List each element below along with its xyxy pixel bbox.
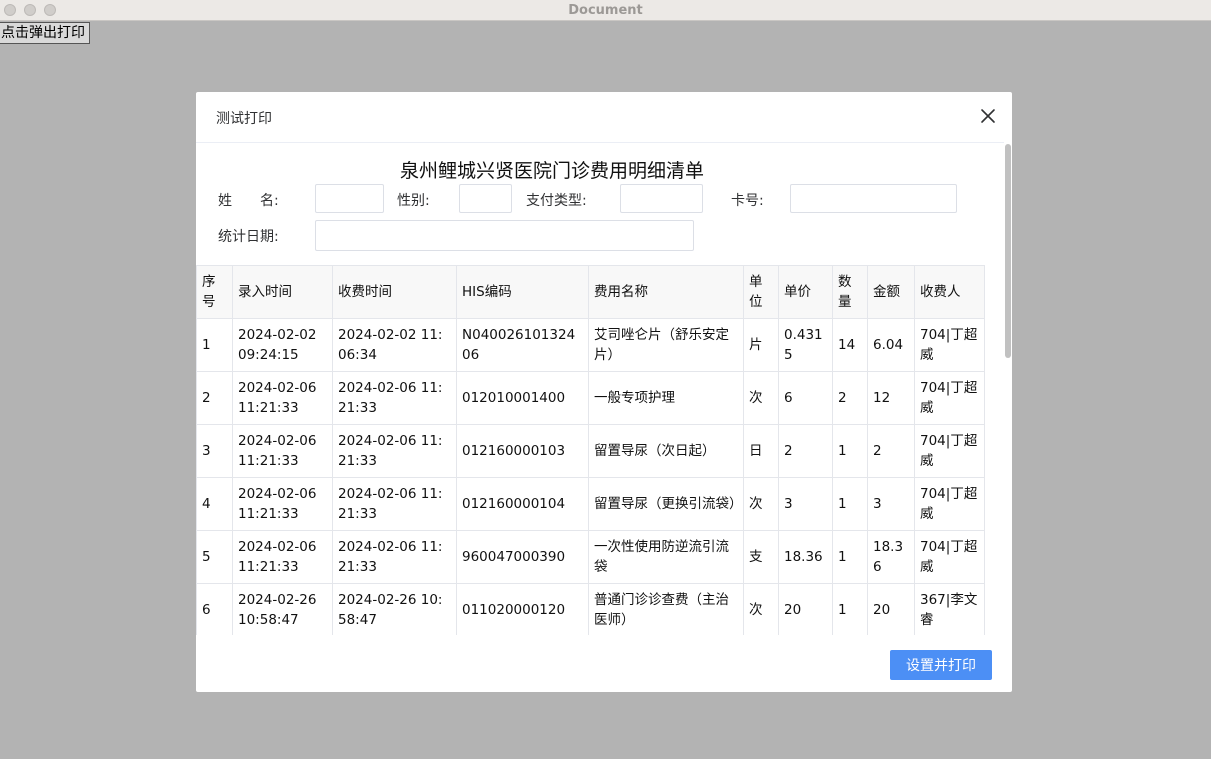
table-cell: 2024-02-06 11:21:33 [232, 371, 333, 425]
print-dialog: 测试打印 泉州鲤城兴贤医院门诊费用明细清单 姓 名: 性别: 支付类型: 卡号:… [196, 92, 1012, 692]
column-header: 金额 [867, 265, 915, 319]
card-no-field[interactable] [790, 184, 957, 213]
table-cell: 日 [743, 424, 779, 478]
table-cell: 14 [832, 318, 868, 372]
table-cell: N04002610132406 [456, 318, 589, 372]
column-header: HIS编码 [456, 265, 589, 319]
document-title: 泉州鲤城兴贤医院门诊费用明细清单 [399, 160, 704, 182]
table-cell: 704|丁超威 [914, 477, 985, 531]
table-cell: 1 [832, 477, 868, 531]
table-header-row: 序号 录入时间 收费时间 HIS编码 费用名称 单位 单价 数量 金额 收费人 [196, 265, 985, 319]
table-cell: 3 [778, 477, 833, 531]
scrollbar-thumb[interactable] [1005, 144, 1011, 358]
window-title: Document [568, 3, 643, 18]
table-cell: 2 [832, 371, 868, 425]
table-cell: 2 [196, 371, 233, 425]
table-row: 4 2024-02-06 11:21:33 2024-02-06 11:21:33 0… [196, 477, 985, 531]
dialog-body: 泉州鲤城兴贤医院门诊费用明细清单 姓 名: 性别: 支付类型: 卡号: 统计日期… [196, 142, 1012, 635]
table-cell: 普通门诊诊查费（主治医师） [588, 583, 744, 635]
table-cell: 012010001400 [456, 371, 589, 425]
table-cell: 2024-02-02 11:06:34 [332, 318, 457, 372]
table-cell: 3 [867, 477, 915, 531]
table-cell: 2024-02-06 11:21:33 [332, 371, 457, 425]
table-cell: 012160000103 [456, 424, 589, 478]
stat-date-field[interactable] [315, 220, 694, 251]
table-cell: 一次性使用防逆流引流袋 [588, 530, 744, 584]
table-cell: 6.04 [867, 318, 915, 372]
column-header: 序号 [196, 265, 233, 319]
fee-detail-table: 序号 录入时间 收费时间 HIS编码 费用名称 单位 单价 数量 金额 收费人 … [196, 265, 985, 635]
table-cell: 18.36 [867, 530, 915, 584]
table-cell: 012160000104 [456, 477, 589, 531]
table-cell: 1 [832, 424, 868, 478]
close-icon[interactable] [978, 106, 998, 126]
table-row: 2 2024-02-06 11:21:33 2024-02-06 11:21:33 0… [196, 371, 985, 425]
table-cell: 5 [196, 530, 233, 584]
table-cell: 2024-02-06 11:21:33 [332, 424, 457, 478]
table-row: 3 2024-02-06 11:21:33 2024-02-06 11:21:33 0… [196, 424, 985, 478]
table-cell: 留置导尿（更换引流袋） [588, 477, 744, 531]
table-cell: 6 [196, 583, 233, 635]
column-header: 收费人 [914, 265, 985, 319]
set-and-print-button[interactable]: 设置并打印 [890, 650, 992, 680]
column-header: 收费时间 [332, 265, 457, 319]
table-cell: 2024-02-06 11:21:33 [232, 477, 333, 531]
table-cell: 3 [196, 424, 233, 478]
table-cell: 6 [778, 371, 833, 425]
table-cell: 2024-02-26 10:58:47 [232, 583, 333, 635]
table-cell: 2 [778, 424, 833, 478]
column-header: 数量 [832, 265, 868, 319]
table-cell: 支 [743, 530, 779, 584]
table-cell: 2024-02-06 11:21:33 [232, 424, 333, 478]
vertical-scrollbar[interactable] [1004, 142, 1012, 634]
window-titlebar: Document [0, 0, 1211, 21]
stat-date-label: 统计日期: [218, 229, 279, 245]
table-cell: 960047000390 [456, 530, 589, 584]
table-cell: 艾司唑仑片（舒乐安定片） [588, 318, 744, 372]
table-cell: 2024-02-06 11:21:33 [332, 477, 457, 531]
table-cell: 留置导尿（次日起） [588, 424, 744, 478]
pay-type-label: 支付类型: [526, 193, 587, 209]
table-row: 5 2024-02-06 11:21:33 2024-02-06 11:21:33 9… [196, 530, 985, 584]
open-print-button[interactable]: 点击弹出打印 [0, 22, 90, 44]
column-header: 费用名称 [588, 265, 744, 319]
name-field[interactable] [315, 184, 384, 213]
table-cell: 2024-02-06 11:21:33 [332, 530, 457, 584]
column-header: 录入时间 [232, 265, 333, 319]
table-cell: 0.4315 [778, 318, 833, 372]
table-cell: 一般专项护理 [588, 371, 744, 425]
table-cell: 12 [867, 371, 915, 425]
table-cell: 次 [743, 477, 779, 531]
table-cell: 704|丁超威 [914, 530, 985, 584]
table-cell: 2024-02-26 10:58:47 [332, 583, 457, 635]
table-cell: 片 [743, 318, 779, 372]
table-cell: 011020000120 [456, 583, 589, 635]
pay-type-field[interactable] [620, 184, 703, 213]
table-cell: 1 [832, 530, 868, 584]
table-cell: 1 [832, 583, 868, 635]
table-cell: 20 [778, 583, 833, 635]
column-header: 单价 [778, 265, 833, 319]
table-cell: 704|丁超威 [914, 371, 985, 425]
dialog-title: 测试打印 [216, 111, 272, 127]
gender-field[interactable] [459, 184, 512, 213]
table-cell: 367|李文睿 [914, 583, 985, 635]
table-cell: 4 [196, 477, 233, 531]
table-cell: 20 [867, 583, 915, 635]
column-header: 单位 [743, 265, 779, 319]
name-label: 姓 名: [218, 193, 279, 209]
card-no-label: 卡号: [731, 193, 764, 209]
table-row: 6 2024-02-26 10:58:47 2024-02-26 10:58:47 0… [196, 583, 985, 635]
table-cell: 次 [743, 371, 779, 425]
table-cell: 次 [743, 583, 779, 635]
table-cell: 704|丁超威 [914, 318, 985, 372]
table-cell: 1 [196, 318, 233, 372]
table-cell: 18.36 [778, 530, 833, 584]
table-cell: 2024-02-02 09:24:15 [232, 318, 333, 372]
table-cell: 704|丁超威 [914, 424, 985, 478]
table-cell: 2024-02-06 11:21:33 [232, 530, 333, 584]
table-cell: 2 [867, 424, 915, 478]
gender-label: 性别: [397, 193, 430, 209]
table-row: 1 2024-02-02 09:24:15 2024-02-02 11:06:34 N… [196, 318, 985, 372]
